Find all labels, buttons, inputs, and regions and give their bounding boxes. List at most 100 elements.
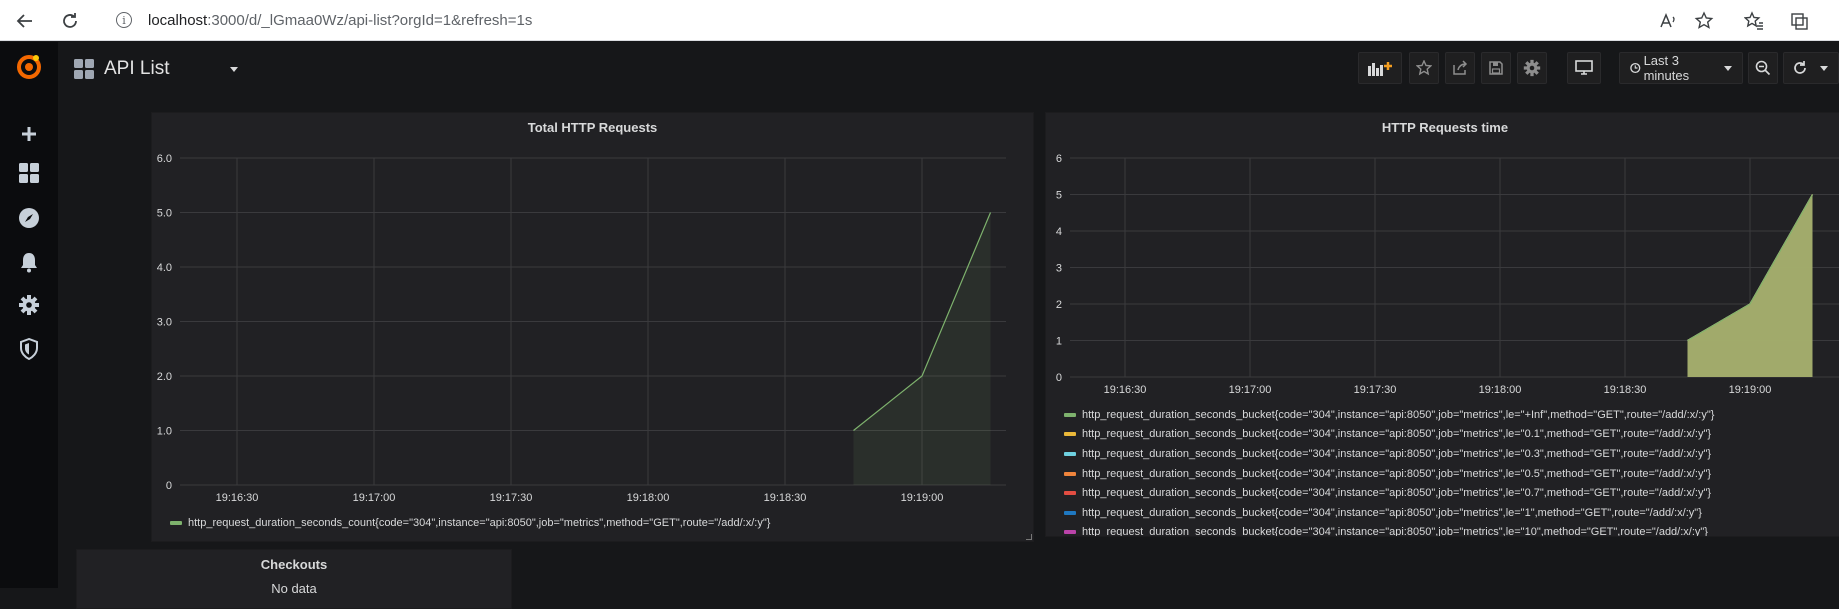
panel-title[interactable]: Checkouts <box>77 557 511 572</box>
panel-resize-handle[interactable] <box>1026 534 1032 540</box>
y-tick-label: 2 <box>1056 299 1062 311</box>
page-title[interactable]: API List <box>104 58 169 80</box>
panel-http-requests-time: HTTP Requests time 0 1 2 3 4 5 6 19:16:30 19:17:… <box>1045 112 1839 537</box>
time-picker-button[interactable]: Last 3 minutes <box>1619 52 1743 84</box>
chart-total-http-requests: 0 1.0 2.0 3.0 4.0 5.0 6.0 19:16:30 19:17:00 19:17… <box>157 153 1006 504</box>
dashboard-navbar: API List Last 3 minutes <box>58 42 1839 94</box>
panel-checkouts: Checkouts No data <box>76 549 512 609</box>
y-tick-label: 6.0 <box>157 153 172 165</box>
legend-item[interactable]: http_request_duration_seconds_bucket{cod… <box>1064 503 1714 523</box>
configuration-icon[interactable] <box>17 293 41 317</box>
share-button[interactable] <box>1445 52 1475 84</box>
favorites-icon[interactable] <box>1742 9 1766 33</box>
legend-swatch <box>1064 510 1076 515</box>
y-tick-label: 1.0 <box>157 426 172 438</box>
x-tick-label: 19:18:30 <box>1604 384 1647 396</box>
legend-label: http_request_duration_seconds_bucket{cod… <box>1082 506 1702 519</box>
address-bar[interactable]: i localhost:3000/d/_lGmaa0Wz/api-list?or… <box>100 5 1720 36</box>
y-tick-label: 4 <box>1056 226 1062 238</box>
x-tick-label: 19:16:30 <box>1104 384 1147 396</box>
y-tick-label: 6 <box>1056 153 1062 165</box>
grafana-logo-icon[interactable] <box>14 52 44 82</box>
legend-item[interactable]: http_request_duration_seconds_bucket{cod… <box>1064 425 1714 445</box>
alerting-icon[interactable] <box>17 250 41 274</box>
star-icon <box>1416 60 1432 76</box>
add-panel-icon <box>1368 62 1392 76</box>
y-tick-label: 4.0 <box>157 262 172 274</box>
reload-icon[interactable] <box>57 8 83 34</box>
legend-swatch <box>1064 412 1076 417</box>
y-tick-label: 3 <box>1056 263 1062 275</box>
panel-total-http-requests: Total HTTP Requests 0 1.0 2.0 3.0 4.0 5.0 6.0 1… <box>151 112 1034 542</box>
add-favorite-icon[interactable] <box>1692 9 1716 33</box>
legend-item[interactable]: http_request_duration_seconds_count{code… <box>170 513 770 533</box>
server-admin-shield-icon[interactable] <box>17 337 41 361</box>
x-tick-label: 19:18:00 <box>1479 384 1522 396</box>
legend-label: http_request_duration_seconds_bucket{cod… <box>1082 447 1712 460</box>
legend-label: http_request_duration_seconds_bucket{cod… <box>1082 526 1708 537</box>
legend-swatch <box>1064 432 1076 437</box>
y-tick-label: 5.0 <box>157 208 172 220</box>
url-path: :3000/d/_lGmaa0Wz/api-list?orgId=1&refre… <box>207 12 533 29</box>
y-tick-label: 1 <box>1056 336 1062 348</box>
x-tick-label: 19:17:00 <box>1229 384 1272 396</box>
dashboard-settings-button[interactable] <box>1517 52 1547 84</box>
refresh-icon <box>1794 61 1806 74</box>
legend-swatch <box>170 520 182 525</box>
cycle-view-mode-button[interactable] <box>1567 52 1601 84</box>
legend-item[interactable]: http_request_duration_seconds_bucket{cod… <box>1064 464 1714 484</box>
explore-icon[interactable] <box>17 206 41 230</box>
back-arrow-icon[interactable] <box>12 8 38 34</box>
legend-label: http_request_duration_seconds_bucket{cod… <box>1082 428 1712 441</box>
legend-swatch <box>1064 451 1076 456</box>
y-tick-label: 0 <box>1056 372 1062 384</box>
x-tick-label: 19:17:00 <box>353 492 396 504</box>
collections-icon[interactable] <box>1787 9 1811 33</box>
x-tick-label: 19:18:00 <box>627 492 670 504</box>
url-host: localhost <box>148 12 208 29</box>
zoom-out-button[interactable] <box>1748 52 1778 84</box>
legend-label: http_request_duration_seconds_bucket{cod… <box>1082 408 1715 421</box>
chart-legend: http_request_duration_seconds_count{code… <box>170 513 770 533</box>
chevron-down-icon[interactable] <box>1820 65 1828 71</box>
save-dashboard-button[interactable] <box>1481 52 1511 84</box>
legend-swatch <box>1064 471 1076 476</box>
gear-icon <box>1523 59 1541 77</box>
chevron-down-icon[interactable] <box>230 67 238 72</box>
x-tick-label: 19:18:30 <box>764 492 807 504</box>
save-icon <box>1489 61 1503 75</box>
chevron-down-icon <box>1724 65 1732 71</box>
legend-swatch <box>1064 530 1076 535</box>
y-tick-label: 0 <box>166 480 172 492</box>
chart-legend: http_request_duration_seconds_bucket{cod… <box>1064 405 1714 537</box>
site-info-icon[interactable]: i <box>116 12 132 28</box>
time-range-label: Last 3 minutes <box>1643 53 1690 83</box>
x-tick-label: 19:17:30 <box>1354 384 1397 396</box>
legend-item[interactable]: http_request_duration_seconds_bucket{cod… <box>1064 405 1714 425</box>
legend-label: http_request_duration_seconds_bucket{cod… <box>1082 467 1712 480</box>
legend-swatch <box>1064 491 1076 496</box>
x-tick-label: 19:19:00 <box>1729 384 1772 396</box>
monitor-icon <box>1575 60 1593 75</box>
x-tick-label: 19:19:00 <box>901 492 944 504</box>
clock-icon <box>1630 62 1641 74</box>
y-tick-label: 3.0 <box>157 317 172 329</box>
legend-item[interactable]: http_request_duration_seconds_bucket{cod… <box>1064 483 1714 503</box>
legend-label: http_request_duration_seconds_count{code… <box>188 516 771 529</box>
star-button[interactable] <box>1409 52 1439 84</box>
x-tick-label: 19:16:30 <box>216 492 259 504</box>
legend-item[interactable]: http_request_duration_seconds_bucket{cod… <box>1064 523 1714 537</box>
legend-label: http_request_duration_seconds_bucket{cod… <box>1082 487 1712 500</box>
refresh-button[interactable] <box>1783 52 1839 84</box>
no-data-message: No data <box>271 581 317 596</box>
dashboard-grid-icon <box>74 59 94 79</box>
zoom-out-icon <box>1755 60 1771 76</box>
add-panel-button[interactable] <box>1358 52 1402 84</box>
chart-http-requests-time: 0 1 2 3 4 5 6 19:16:30 19:17:00 19:17:30 19:18:00 1… <box>1056 153 1839 396</box>
y-tick-label: 5 <box>1056 190 1062 202</box>
legend-item[interactable]: http_request_duration_seconds_bucket{cod… <box>1064 444 1714 464</box>
browser-toolbar: i localhost:3000/d/_lGmaa0Wz/api-list?or… <box>0 0 1839 41</box>
dashboards-icon[interactable] <box>17 161 41 185</box>
read-aloud-icon[interactable] <box>1656 9 1680 33</box>
plus-icon[interactable] <box>17 122 41 146</box>
